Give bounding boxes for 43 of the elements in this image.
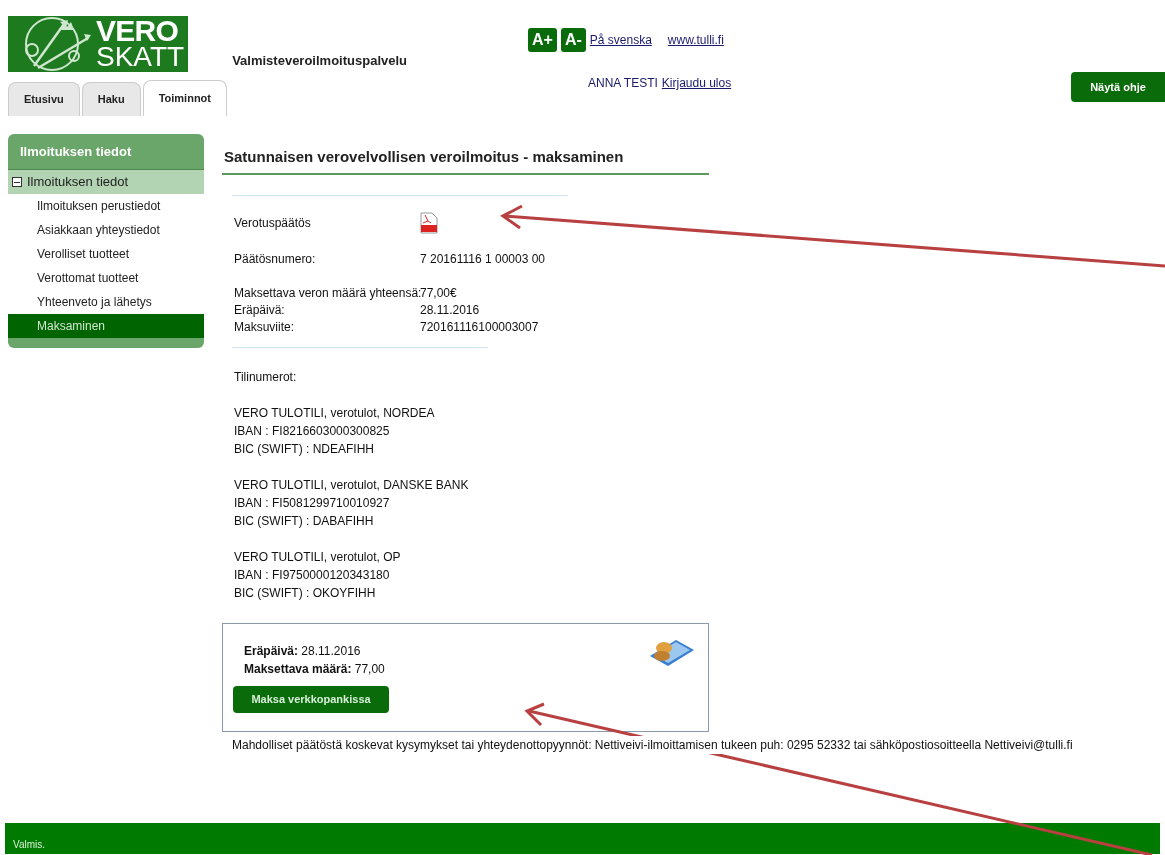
field-label: Maksettava veron määrä yhteensä: (234, 285, 420, 302)
field-label: Päätösnumero: (234, 251, 317, 268)
pdf-icon[interactable] (420, 211, 438, 234)
field-value: 720161116100003007 (420, 319, 539, 336)
sidebar-item[interactable]: Maksaminen (8, 314, 204, 338)
service-title: Valmisteveroilmoituspalvelu (232, 51, 407, 70)
font-size-button[interactable]: A+ (528, 28, 557, 52)
user-name: ANNA TESTI (588, 75, 658, 92)
header-link[interactable]: På svenska (589, 31, 652, 49)
help-button[interactable]: Näytä ohje (1071, 72, 1165, 102)
page-title: Satunnaisen verovelvollisen veroilmoitus - maksaminen (222, 146, 709, 175)
field-label: Eräpäivä: (234, 302, 286, 319)
field-value: 28.11.2016 (420, 302, 480, 319)
amount-text: Maksettava määrä: 77,00 (244, 660, 385, 678)
field-value: 77,00€ (420, 285, 457, 302)
status-text: Valmis. (13, 838, 46, 852)
account-name: VERO TULOTILI, verotulot, NORDEA (234, 404, 436, 422)
field-label: Verotuspäätös (234, 214, 312, 232)
pay-button[interactable]: Maksa verkkopankissa (233, 685, 389, 713)
contact-note: Mahdolliset päätöstä koskevat kysymykset tai yhteydenottopyynnöt: Nettiveivi-ilmoittamisen tukeen puh: 0295 52332 tai sähköpostiosoitteella Nettiveivi@tulli.fi (232, 735, 1073, 754)
account-name: VERO TULOTILI, verotulot, OP (234, 548, 402, 566)
tab[interactable]: Haku (81, 82, 141, 116)
logo-text: VERO (96, 18, 180, 44)
logo-text: SKATT (96, 44, 185, 70)
collapse-icon[interactable] (12, 177, 22, 187)
field-value: 7 20161116 1 00003 00 (420, 251, 545, 268)
account-bic: BIC (SWIFT) : DABAFIHH (234, 512, 375, 530)
account-bic: BIC (SWIFT) : NDEAFIHH (234, 440, 375, 458)
field-label: Maksuviite: (234, 319, 296, 336)
tab[interactable]: Toiminnot (142, 80, 227, 116)
account-iban: IBAN : FI8216603000300825 (234, 422, 391, 440)
account-name: VERO TULOTILI, verotulot, DANSKE BANK (234, 476, 470, 494)
due-date-text: Eräpäivä: 28.11.2016 (244, 642, 361, 660)
account-iban: IBAN : FI9750000120343180 (234, 566, 391, 584)
accounts-title: Tilinumerot: (234, 368, 298, 386)
tree-item[interactable]: Ilmoituksen tiedot (8, 170, 204, 194)
tab[interactable]: Etusivu (8, 82, 80, 116)
logout-link[interactable]: Kirjaudu ulos (661, 74, 732, 92)
account-bic: BIC (SWIFT) : OKOYFIHH (234, 584, 377, 602)
tree-item-label: Ilmoituksen tiedot (27, 173, 129, 192)
account-iban: IBAN : FI5081299710010927 (234, 494, 391, 512)
font-size-button[interactable]: A- (560, 28, 586, 52)
header-link[interactable]: www.tulli.fi (667, 31, 724, 49)
